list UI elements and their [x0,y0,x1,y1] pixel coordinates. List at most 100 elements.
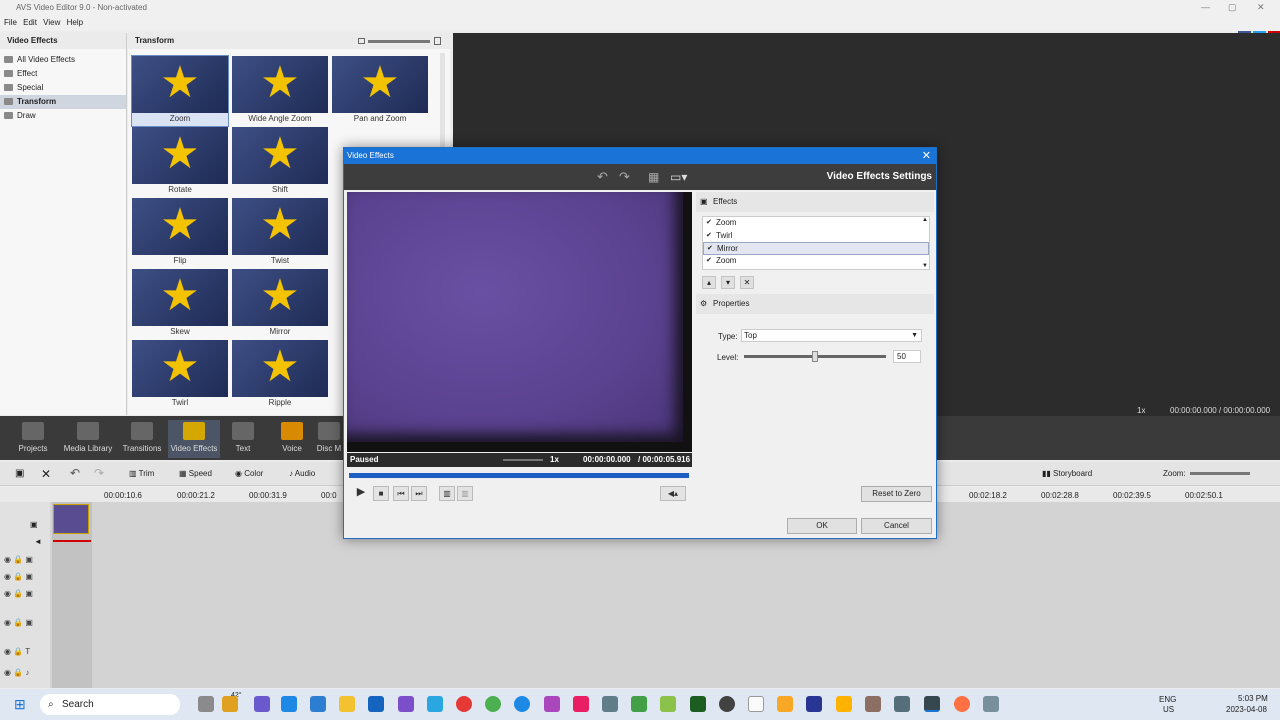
menu-file[interactable]: File [4,18,17,27]
media-library-button[interactable]: Media Library [62,420,114,458]
delete-icon[interactable]: ✕ [41,467,51,481]
settings-icon[interactable] [983,696,999,712]
steam-icon[interactable] [894,696,910,712]
mark-out-icon[interactable]: ▥ [457,486,473,501]
text-track-icon[interactable]: ◉ 🔒 T [4,647,30,656]
windows-start-icon[interactable]: ⊞ [14,696,26,713]
app-icon[interactable] [427,696,443,712]
storyboard-button[interactable]: ▮▮ Storyboard [1042,469,1092,478]
cancel-button[interactable]: Cancel [861,518,932,534]
speed-button[interactable]: ▦ Speed [179,469,212,478]
undo-icon[interactable]: ↶ [597,169,608,185]
minimize-icon[interactable]: — [1201,2,1210,12]
level-slider[interactable] [744,351,886,362]
app-icon[interactable] [865,696,881,712]
mark-in-icon[interactable]: ▥ [439,486,455,501]
chrome-icon[interactable] [485,696,501,712]
track-eye-icon[interactable]: ◉ 🔒 ▣ [4,572,33,581]
large-thumb-icon[interactable] [434,37,441,45]
effect-twirl[interactable]: Twirl [132,340,228,410]
explorer-icon[interactable] [339,696,355,712]
store-icon[interactable] [310,696,326,712]
level-slider-thumb[interactable] [812,351,818,362]
app-icon[interactable] [836,696,852,712]
list-scroll-up-icon[interactable]: ▲ [922,217,928,223]
app-icon[interactable] [398,696,414,712]
applied-effects-list[interactable]: Zoom Twirl Mirror Zoom ▲ ▼ [702,216,930,270]
music-track-icon[interactable]: ◉ 🔒 ♪ [4,668,29,677]
menu-help[interactable]: Help [67,18,83,27]
maximize-icon[interactable]: ▢ [1228,2,1237,13]
effect-row[interactable]: Twirl [703,230,929,243]
video-effects-button[interactable]: Video Effects [168,420,220,458]
video-clip[interactable] [53,504,89,534]
audio-button[interactable]: ♪ Audio [289,469,315,478]
trim-button[interactable]: ▥ Trim [129,469,154,478]
effect-pan-and-zoom[interactable]: Pan and Zoom [332,56,428,126]
menu-edit[interactable]: Edit [23,18,37,27]
reset-to-zero-button[interactable]: Reset to Zero [861,486,932,502]
move-up-icon[interactable]: ▴ [702,276,716,289]
zoom-slider[interactable] [1190,472,1250,475]
browser-icon[interactable] [514,696,530,712]
category-draw[interactable]: Draw [0,109,126,123]
disc-menu-button[interactable]: Disc M [315,420,343,458]
next-frame-icon[interactable]: ⏭ [411,486,427,501]
edge-icon[interactable] [281,696,297,712]
app-icon[interactable] [954,696,970,712]
film-icon[interactable]: ▣ [15,468,24,479]
clock-time[interactable]: 5:03 PM [1238,694,1268,703]
effect-row-selected[interactable]: Mirror [703,242,929,255]
app-icon[interactable] [777,696,793,712]
category-all[interactable]: All Video Effects [0,53,126,67]
taskbar-search[interactable]: ⌕ Search [40,694,180,715]
track-eye-icon[interactable]: ◉ 🔒 ▣ [4,589,33,598]
app-icon[interactable] [719,696,735,712]
effect-wide-angle-zoom[interactable]: Wide Angle Zoom [232,56,328,126]
app-icon[interactable] [602,696,618,712]
app-icon[interactable] [660,696,676,712]
effect-skew[interactable]: Skew [132,269,228,339]
effect-row[interactable]: Zoom [703,217,929,230]
track-eye-icon[interactable]: ◉ 🔒 ▣ [4,555,33,564]
teams-icon[interactable] [254,696,270,712]
close-icon[interactable]: ✕ [1257,2,1265,13]
play-icon[interactable]: ▶ [353,486,369,501]
volume-icon[interactable]: ◀▴ [660,486,686,501]
ok-button[interactable]: OK [787,518,857,534]
effect-rotate[interactable]: Rotate [132,127,228,197]
effect-zoom[interactable]: Zoom [131,55,229,127]
effect-shift[interactable]: Shift [232,127,328,197]
avs-running-icon[interactable] [924,696,940,712]
level-value-field[interactable]: 50 [893,350,921,363]
projects-button[interactable]: Projects [7,420,59,458]
color-button[interactable]: ◉ Color [235,469,263,478]
voice-button[interactable]: Voice [266,420,318,458]
text-button[interactable]: Text [217,420,269,458]
category-transform[interactable]: Transform [0,95,126,109]
effect-row[interactable]: Zoom [703,255,929,268]
grid-icon[interactable]: ▦ [648,170,659,184]
lang-primary[interactable]: ENG [1159,695,1176,704]
speed-slider[interactable] [503,459,543,461]
remove-effect-icon[interactable]: ✕ [740,276,754,289]
seek-bar[interactable] [349,473,689,478]
track-eye-icon[interactable]: ◉ 🔒 ▣ [4,618,33,627]
mail-icon[interactable] [368,696,384,712]
effect-ripple[interactable]: Ripple [232,340,328,410]
category-special[interactable]: Special [0,81,126,95]
taskview-icon[interactable] [198,696,214,712]
category-effect[interactable]: Effect [0,67,126,81]
move-down-icon[interactable]: ▾ [721,276,735,289]
thumb-size-slider[interactable] [368,40,430,43]
effect-mirror[interactable]: Mirror [232,269,328,339]
avs-editor-icon[interactable] [690,696,706,712]
type-dropdown[interactable]: Top ▼ [741,329,922,342]
app-icon[interactable] [573,696,589,712]
redo-icon[interactable]: ↷ [94,466,104,480]
menu-view[interactable]: View [43,18,60,27]
undo-icon[interactable]: ↶ [70,466,80,480]
effect-flip[interactable]: Flip [132,198,228,268]
app-icon[interactable] [806,696,822,712]
mute-icon[interactable]: ◄ [34,537,42,546]
